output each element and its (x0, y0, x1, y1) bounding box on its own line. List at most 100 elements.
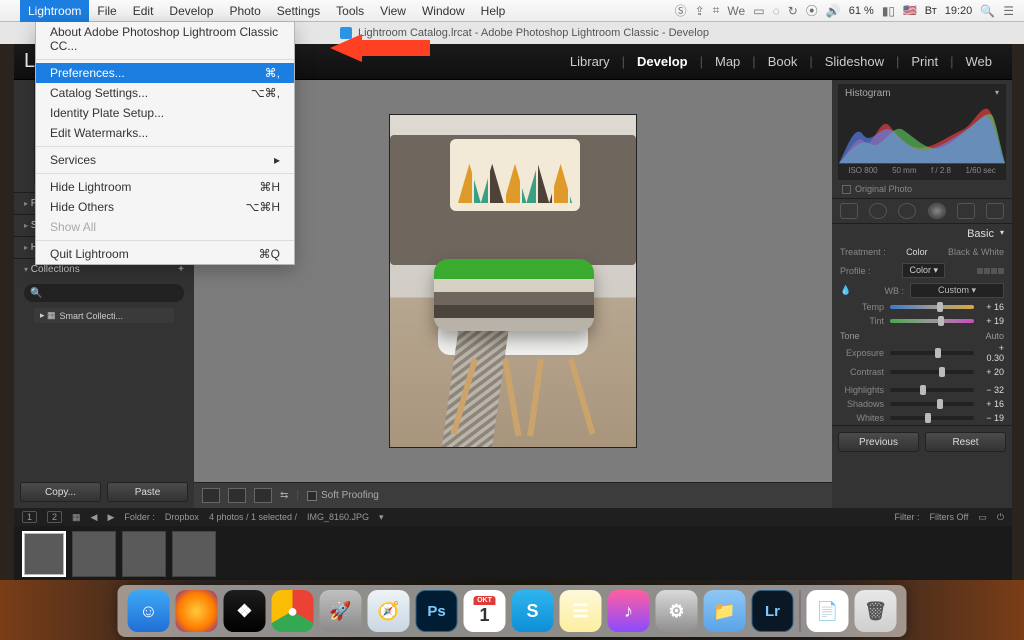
contrast-slider[interactable] (890, 370, 974, 374)
loupe-view-icon[interactable] (202, 488, 220, 503)
grid-icon[interactable]: ▦ (72, 512, 81, 523)
smart-collection-item[interactable]: ▸ ▦Smart Collecti... (34, 308, 174, 323)
dock-firefox[interactable] (176, 590, 218, 632)
temp-slider[interactable] (890, 305, 974, 309)
dropbox-tray-icon[interactable]: ⇪ (695, 4, 705, 18)
menubar-tools[interactable]: Tools (328, 0, 372, 22)
module-develop[interactable]: Develop (631, 54, 694, 69)
crop-tool-icon[interactable] (840, 203, 858, 219)
exposure-slider[interactable] (890, 351, 974, 355)
menu-quit[interactable]: Quit Lightroom⌘Q (36, 244, 294, 264)
folder-name[interactable]: Dropbox (165, 512, 199, 522)
module-library[interactable]: Library (564, 54, 616, 69)
module-print[interactable]: Print (905, 54, 944, 69)
wacom-tray-icon[interactable]: We (727, 4, 745, 18)
spot-tool-icon[interactable] (869, 203, 887, 219)
display-1[interactable]: 1 (22, 511, 37, 523)
original-photo-checkbox[interactable] (842, 185, 851, 194)
previous-button[interactable]: Previous (838, 432, 919, 452)
treatment-bw[interactable]: Black & White (948, 247, 1004, 257)
filter-value[interactable]: Filters Off (930, 512, 969, 522)
nav-fwd-icon[interactable]: ▶ (107, 512, 114, 523)
menu-hide-others[interactable]: Hide Others⌥⌘H (36, 197, 294, 217)
graduated-tool-icon[interactable] (957, 203, 975, 219)
menubar-file[interactable]: File (89, 0, 124, 22)
dock-safari[interactable]: 🧭 (368, 590, 410, 632)
clock-time[interactable]: 19:20 (945, 5, 973, 17)
wifi-tray-icon[interactable]: ⦿ (806, 2, 818, 19)
battery-indicator[interactable]: 61 % (849, 5, 874, 17)
menubar-develop[interactable]: Develop (161, 0, 221, 22)
whites-slider[interactable] (890, 416, 974, 420)
volume-tray-icon[interactable]: 🔊 (826, 4, 841, 18)
redeye-tool-icon[interactable] (898, 203, 916, 219)
dock-calendar[interactable]: OKT1 (464, 590, 506, 632)
dock-vivaldi[interactable]: ❖ (224, 590, 266, 632)
reset-button[interactable]: Reset (925, 432, 1006, 452)
wb-picker-icon[interactable]: 💧 (840, 285, 854, 296)
thumb-2[interactable] (72, 531, 116, 577)
tint-slider[interactable] (890, 319, 974, 323)
shadows-slider[interactable] (890, 402, 974, 406)
module-book[interactable]: Book (762, 54, 804, 69)
brush-tool-icon[interactable] (986, 203, 1004, 219)
menu-hide-lightroom[interactable]: Hide Lightroom⌘H (36, 177, 294, 197)
menu-catalog-settings[interactable]: Catalog Settings...⌥⌘, (36, 83, 294, 103)
dock-folder[interactable]: 📁 (704, 590, 746, 632)
collections-search[interactable]: 🔍 (24, 284, 184, 302)
dock-chrome[interactable]: ● (272, 590, 314, 632)
display-tray-icon[interactable]: ▭ (753, 4, 764, 18)
menubar-edit[interactable]: Edit (125, 0, 162, 22)
soft-proofing-checkbox[interactable] (307, 491, 317, 501)
dock-trash[interactable]: 🗑 (855, 590, 897, 632)
menubar-lightroom[interactable]: Lightroom (20, 0, 89, 22)
thumb-1[interactable] (22, 531, 66, 577)
filmstrip[interactable] (14, 526, 1012, 582)
menubar-window[interactable]: Window (414, 0, 473, 22)
spotlight-icon[interactable]: 🔍 (980, 4, 995, 18)
clock-day[interactable]: Вт (925, 5, 937, 17)
thumb-4[interactable] (172, 531, 216, 577)
dock-settings[interactable]: ⚙ (656, 590, 698, 632)
tone-auto[interactable]: Auto (985, 331, 1004, 341)
filter-switch-icon[interactable]: ⏻ (997, 512, 1004, 523)
profile-select[interactable]: Color ▾ (902, 263, 945, 278)
notification-icon[interactable]: ☰ (1003, 4, 1014, 18)
module-slideshow[interactable]: Slideshow (819, 54, 890, 69)
menubar-photo[interactable]: Photo (221, 0, 268, 22)
dock-photoshop[interactable]: Ps (416, 590, 458, 632)
module-map[interactable]: Map (709, 54, 746, 69)
before-after-tb-icon[interactable] (254, 488, 272, 503)
menubar-view[interactable]: View (372, 0, 414, 22)
menu-identity-plate[interactable]: Identity Plate Setup... (36, 103, 294, 123)
dock-lightroom[interactable]: Lr (752, 590, 794, 632)
dock-document[interactable]: 📄 (807, 590, 849, 632)
dock-skype[interactable]: S (512, 590, 554, 632)
menu-about[interactable]: About Adobe Photoshop Lightroom Classic … (36, 22, 294, 56)
highlights-slider[interactable] (890, 388, 974, 392)
sync-tray-icon[interactable]: ◌ (773, 4, 780, 18)
profile-browser-icon[interactable] (977, 268, 1004, 274)
display-2[interactable]: 2 (47, 511, 62, 523)
menu-edit-watermarks[interactable]: Edit Watermarks... (36, 123, 294, 143)
histogram-panel[interactable]: Histogram▾ ISO 800 50 mm f / 2.8 1/60 se… (838, 84, 1006, 180)
thumb-3[interactable] (122, 531, 166, 577)
skype-tray-icon[interactable]: Ⓢ (675, 2, 687, 19)
dock-finder[interactable]: ☺ (128, 590, 170, 632)
swap-icon[interactable]: ⇆ (280, 490, 288, 501)
dock-itunes[interactable]: ♪ (608, 590, 650, 632)
radial-tool-icon[interactable] (928, 203, 946, 219)
input-flag[interactable]: 🇺🇸 (903, 4, 917, 17)
timemachine-tray-icon[interactable]: ↻ (788, 4, 798, 18)
dock-launchpad[interactable]: 🚀 (320, 590, 362, 632)
menubar-settings[interactable]: Settings (269, 0, 328, 22)
menubar-help[interactable]: Help (473, 0, 514, 22)
dock-notes[interactable]: ☰ (560, 590, 602, 632)
nav-back-icon[interactable]: ◀ (91, 512, 98, 523)
paste-button[interactable]: Paste (107, 482, 188, 502)
menu-preferences[interactable]: Preferences...⌘, (36, 63, 294, 83)
treatment-color[interactable]: Color (906, 247, 928, 257)
app-tray-icon[interactable]: ⌗ (713, 3, 720, 18)
filter-lock-icon[interactable]: ▭ (978, 512, 987, 523)
copy-button[interactable]: Copy... (20, 482, 101, 502)
